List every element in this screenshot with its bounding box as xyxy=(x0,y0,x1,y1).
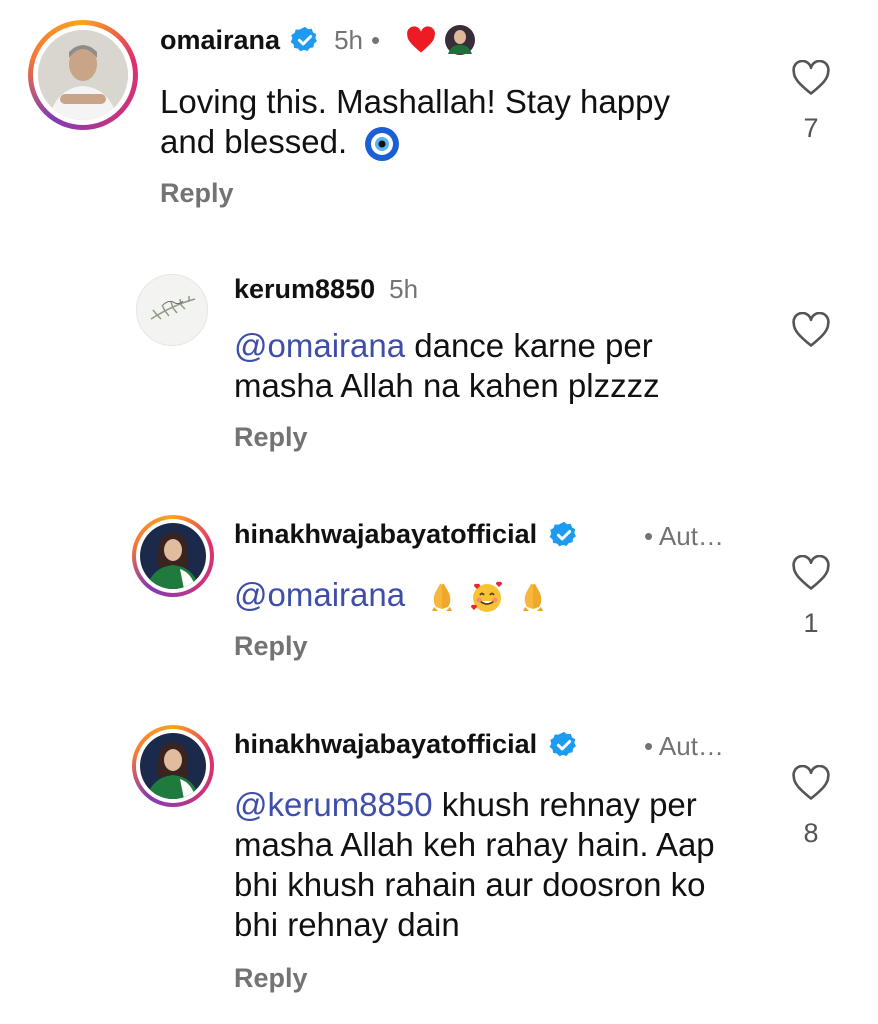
verified-badge-icon xyxy=(549,521,576,546)
author-liked-avatar xyxy=(445,25,476,55)
avatar[interactable] xyxy=(136,274,208,346)
like-column: 1 xyxy=(781,554,841,639)
comment-line: Loving this. Mashallah! Stay happy xyxy=(160,83,670,120)
avatar[interactable] xyxy=(132,515,214,597)
comment-omairana: omairana 5h • Loving this. Mashallah! St… xyxy=(0,0,878,240)
heart-outline-icon[interactable] xyxy=(791,554,831,591)
like-count: 1 xyxy=(803,608,819,638)
comment-text: @omairana dance karne per masha Allah na… xyxy=(234,326,660,406)
avatar-photo xyxy=(38,30,128,120)
username[interactable]: kerum8850 xyxy=(234,274,375,305)
author-tag: • Aut… xyxy=(644,521,724,551)
heart-outline-icon[interactable] xyxy=(791,59,831,96)
comment-line: bhi rehnay dain xyxy=(234,906,460,943)
comment-kerum8850: kerum8850 5h @omairana dance karne per m… xyxy=(0,260,878,460)
mention-link[interactable]: @kerum8850 xyxy=(234,786,433,823)
like-count: 8 xyxy=(803,818,819,848)
timestamp: 5h xyxy=(389,274,419,304)
like-count: 7 xyxy=(803,113,819,143)
comment-line-text: khush rehnay per xyxy=(432,786,697,823)
avatar[interactable] xyxy=(28,20,138,130)
verified-badge-icon xyxy=(549,731,576,756)
comment-line: bhi khush rahain aur doosron ko xyxy=(234,866,706,903)
comment-line: masha Allah na kahen plzzzz xyxy=(234,367,660,404)
like-column: 8 xyxy=(781,764,841,849)
like-column xyxy=(781,311,841,353)
folded-hands-icon xyxy=(522,584,543,612)
heart-filled-icon xyxy=(407,26,436,53)
reply-button[interactable]: Reply xyxy=(160,178,234,209)
comment-header: kerum8850 5h xyxy=(234,274,418,305)
mention-link[interactable]: @omairana xyxy=(234,576,405,613)
separator-dot: • xyxy=(370,24,381,55)
comment-header: omairana 5h • xyxy=(160,24,476,56)
mention-link[interactable]: @omairana xyxy=(234,327,405,364)
comment-hinakhwajabayatofficial-2: hinakhwajabayatofficial • Aut… @kerum885… xyxy=(0,715,878,1015)
comment-text: @kerum8850 khush rehnay per masha Allah … xyxy=(234,785,715,945)
verified-badge-icon xyxy=(290,26,317,52)
avatar[interactable] xyxy=(132,725,214,807)
heart-outline-icon[interactable] xyxy=(791,311,831,348)
comment-line: @omairana xyxy=(234,575,549,615)
comment-header: hinakhwajabayatofficial xyxy=(234,729,579,760)
comment-line: masha Allah keh rahay hain. Aap xyxy=(234,826,715,863)
author-tag: • Aut… xyxy=(644,731,724,761)
username[interactable]: hinakhwajabayatofficial xyxy=(234,729,537,760)
comment-line-text: dance karne per xyxy=(405,327,653,364)
reply-button[interactable]: Reply xyxy=(234,422,308,453)
avatar-photo xyxy=(140,733,206,799)
username[interactable]: hinakhwajabayatofficial xyxy=(234,519,537,550)
comment-text: @omairana xyxy=(234,575,549,615)
like-column: 7 xyxy=(781,59,841,144)
reply-button[interactable]: Reply xyxy=(234,963,308,994)
comment-text: Loving this. Mashallah! Stay happy and b… xyxy=(160,82,670,162)
smiling-face-with-hearts-icon xyxy=(471,582,503,613)
avatar-photo xyxy=(140,523,206,589)
comment-line: and blessed. xyxy=(160,122,670,162)
avatar-photo xyxy=(150,296,196,320)
comment-header: hinakhwajabayatofficial xyxy=(234,519,579,550)
reply-button[interactable]: Reply xyxy=(234,631,308,662)
nazar-amulet-icon xyxy=(365,127,400,162)
comment-line: @omairana dance karne per xyxy=(234,326,660,366)
comment-hinakhwajabayatofficial-1: hinakhwajabayatofficial • Aut… @omairana xyxy=(0,505,878,685)
timestamp: 5h xyxy=(334,24,363,55)
heart-outline-icon[interactable] xyxy=(791,764,831,801)
comment-line-text: and blessed. xyxy=(160,123,348,160)
username[interactable]: omairana xyxy=(160,25,280,56)
folded-hands-icon xyxy=(432,584,453,612)
comment-line: @kerum8850 khush rehnay per xyxy=(234,785,715,825)
